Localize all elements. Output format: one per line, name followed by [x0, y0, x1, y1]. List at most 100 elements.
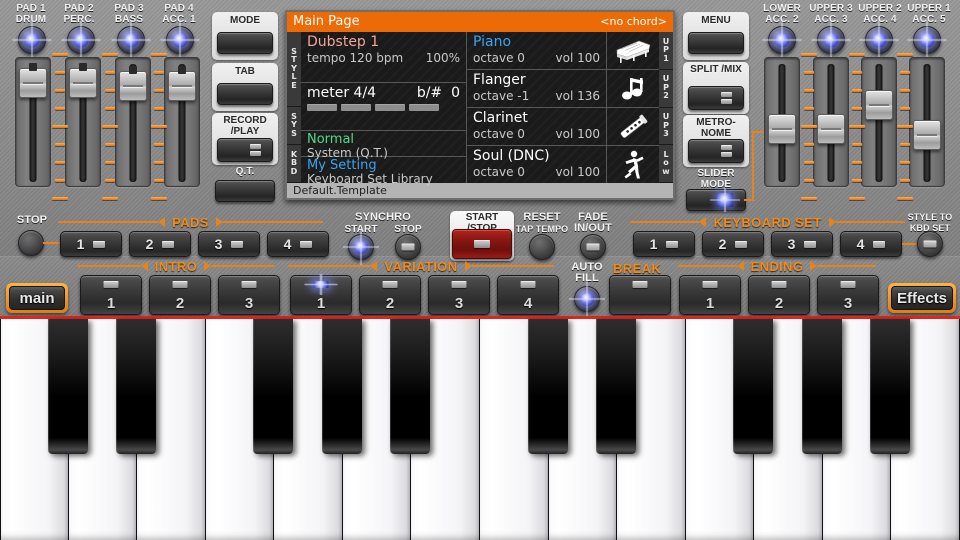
- ending-button-1[interactable]: 1: [679, 275, 741, 315]
- pad-1-fader[interactable]: [15, 57, 51, 187]
- lcd-column-parts: Piano octave 0 vol 100 Flanger octave -1…: [467, 32, 607, 183]
- pad-button-2[interactable]: 2: [129, 231, 191, 257]
- kbd-set-button-1-label: 1: [650, 236, 658, 252]
- pad-1-button[interactable]: [18, 26, 46, 54]
- rail-sys: SYS: [287, 107, 301, 145]
- black-key[interactable]: [733, 319, 773, 454]
- part-3-icon-cell[interactable]: [607, 108, 659, 146]
- variation-button-2-label: 2: [360, 293, 420, 315]
- part-4-icon-cell[interactable]: [607, 146, 659, 183]
- mode-label: MODE: [212, 12, 278, 26]
- intro-button-3[interactable]: 3: [218, 275, 280, 315]
- style-tempo: tempo 120 bpm: [307, 51, 403, 66]
- ending-button-2[interactable]: 2: [748, 275, 810, 315]
- pad-2-button[interactable]: [67, 26, 95, 54]
- intro-section-header: INTRO: [78, 260, 274, 272]
- mode-button[interactable]: [217, 32, 273, 54]
- black-key[interactable]: [322, 319, 362, 454]
- part-2-icon-cell[interactable]: [607, 70, 659, 108]
- ending-button-1-label: 1: [680, 293, 740, 315]
- auto-fill-button[interactable]: [574, 286, 600, 312]
- part-3-octave: octave 0: [473, 127, 525, 142]
- variation-button-3-label: 3: [429, 293, 489, 315]
- pad-button-1-label: 1: [77, 236, 85, 252]
- black-key[interactable]: [596, 319, 636, 454]
- part-1-cell[interactable]: Piano octave 0 vol 100: [467, 32, 606, 70]
- stop-wire: [43, 242, 61, 244]
- part-1-octave: octave 0: [473, 51, 525, 66]
- slider-mode-button[interactable]: [686, 189, 746, 211]
- intro-button-1[interactable]: 1: [80, 275, 142, 315]
- black-key[interactable]: [390, 319, 430, 454]
- upper2-acc4-fader[interactable]: [861, 57, 897, 187]
- qt-label: Q.T.: [212, 166, 278, 177]
- intro-button-2[interactable]: 2: [149, 275, 211, 315]
- right-fader-scale-3: [896, 53, 914, 203]
- black-key[interactable]: [528, 319, 568, 454]
- variation-button-3[interactable]: 3: [428, 275, 490, 315]
- black-key[interactable]: [48, 319, 88, 454]
- part-1-icon-cell[interactable]: [607, 32, 659, 70]
- start-stop-button[interactable]: [452, 229, 512, 259]
- reset-tap-tempo-button[interactable]: [529, 234, 555, 260]
- stop-knob[interactable]: [18, 230, 44, 256]
- kbd-name: My Setting: [307, 159, 460, 173]
- lcd-display[interactable]: Main Page <no chord> STYLE SYS KBD Dubst…: [285, 10, 675, 200]
- split-mix-button[interactable]: [688, 86, 744, 110]
- upper1-acc5-label: UPPER 1 ACC. 5: [900, 3, 958, 25]
- metronome-button[interactable]: [688, 139, 744, 163]
- break-button[interactable]: [609, 275, 671, 315]
- piano-keyboard[interactable]: [0, 316, 960, 540]
- kbd-set-button-4[interactable]: 4: [840, 231, 902, 257]
- part-2-cell[interactable]: Flanger octave -1 vol 136: [467, 70, 606, 108]
- lcd-left-rail: STYLE SYS KBD: [287, 32, 301, 183]
- synchro-start-button[interactable]: [348, 234, 374, 260]
- pad-button-1[interactable]: 1: [60, 231, 122, 257]
- variation-button-4[interactable]: 4: [497, 275, 559, 315]
- kbd-set-button-3[interactable]: 3: [771, 231, 833, 257]
- qt-button[interactable]: [215, 180, 275, 202]
- black-key[interactable]: [802, 319, 842, 454]
- style-cell[interactable]: Dubstep 1 tempo 120 bpm 100%: [301, 32, 466, 83]
- variation-button-2[interactable]: 2: [359, 275, 421, 315]
- black-key[interactable]: [116, 319, 156, 454]
- fade-in-out-button[interactable]: [580, 234, 606, 260]
- record-play-button[interactable]: [217, 138, 273, 162]
- main-button[interactable]: main: [6, 283, 68, 313]
- upper3-acc3-fader[interactable]: [813, 57, 849, 187]
- pad-4-button[interactable]: [166, 26, 194, 54]
- black-key[interactable]: [870, 319, 910, 454]
- pad-button-4[interactable]: 4: [267, 231, 329, 257]
- tab-button[interactable]: [217, 83, 273, 105]
- upper1-acc5-button[interactable]: [913, 26, 941, 54]
- pad-2-fader[interactable]: [65, 57, 101, 187]
- pad-3-button[interactable]: [117, 26, 145, 54]
- menu-button[interactable]: [688, 32, 744, 54]
- page-title: Main Page: [293, 12, 360, 32]
- part-3-cell[interactable]: Clarinet octave 0 vol 100: [467, 108, 606, 146]
- part-4-cell[interactable]: Soul (DNC) octave 0 vol 100: [467, 146, 606, 183]
- lower-acc2-button[interactable]: [768, 26, 796, 54]
- pad-4-fader[interactable]: [164, 57, 200, 187]
- tab-label: TAB: [212, 63, 278, 77]
- synchro-stop-button[interactable]: [395, 234, 421, 260]
- pad-button-3[interactable]: 3: [198, 231, 260, 257]
- upper3-acc3-button[interactable]: [817, 26, 845, 54]
- black-key[interactable]: [253, 319, 293, 454]
- upper1-acc5-fader[interactable]: [909, 57, 945, 187]
- variation-button-1[interactable]: 1: [290, 275, 352, 315]
- pad-3-fader[interactable]: [115, 57, 151, 187]
- meter-cell[interactable]: meter 4/4 b/# 0: [301, 83, 466, 131]
- lower-acc2-fader[interactable]: [764, 57, 800, 187]
- effects-button[interactable]: Effects: [888, 283, 956, 313]
- kbd-cell[interactable]: My Setting Keyboard Set Library: [301, 157, 466, 183]
- kbd-set-button-2[interactable]: 2: [702, 231, 764, 257]
- style-to-kbd-button[interactable]: [917, 231, 943, 257]
- fader-scale-3: [150, 53, 168, 203]
- rail-style: STYLE: [287, 32, 301, 107]
- ending-button-3[interactable]: 3: [817, 275, 879, 315]
- upper2-acc4-button[interactable]: [865, 26, 893, 54]
- pad-4-label: PAD 4 ACC. 1: [150, 3, 208, 25]
- kbd-set-button-1[interactable]: 1: [633, 231, 695, 257]
- sys-cell[interactable]: Normal System (Q.T.): [301, 131, 466, 157]
